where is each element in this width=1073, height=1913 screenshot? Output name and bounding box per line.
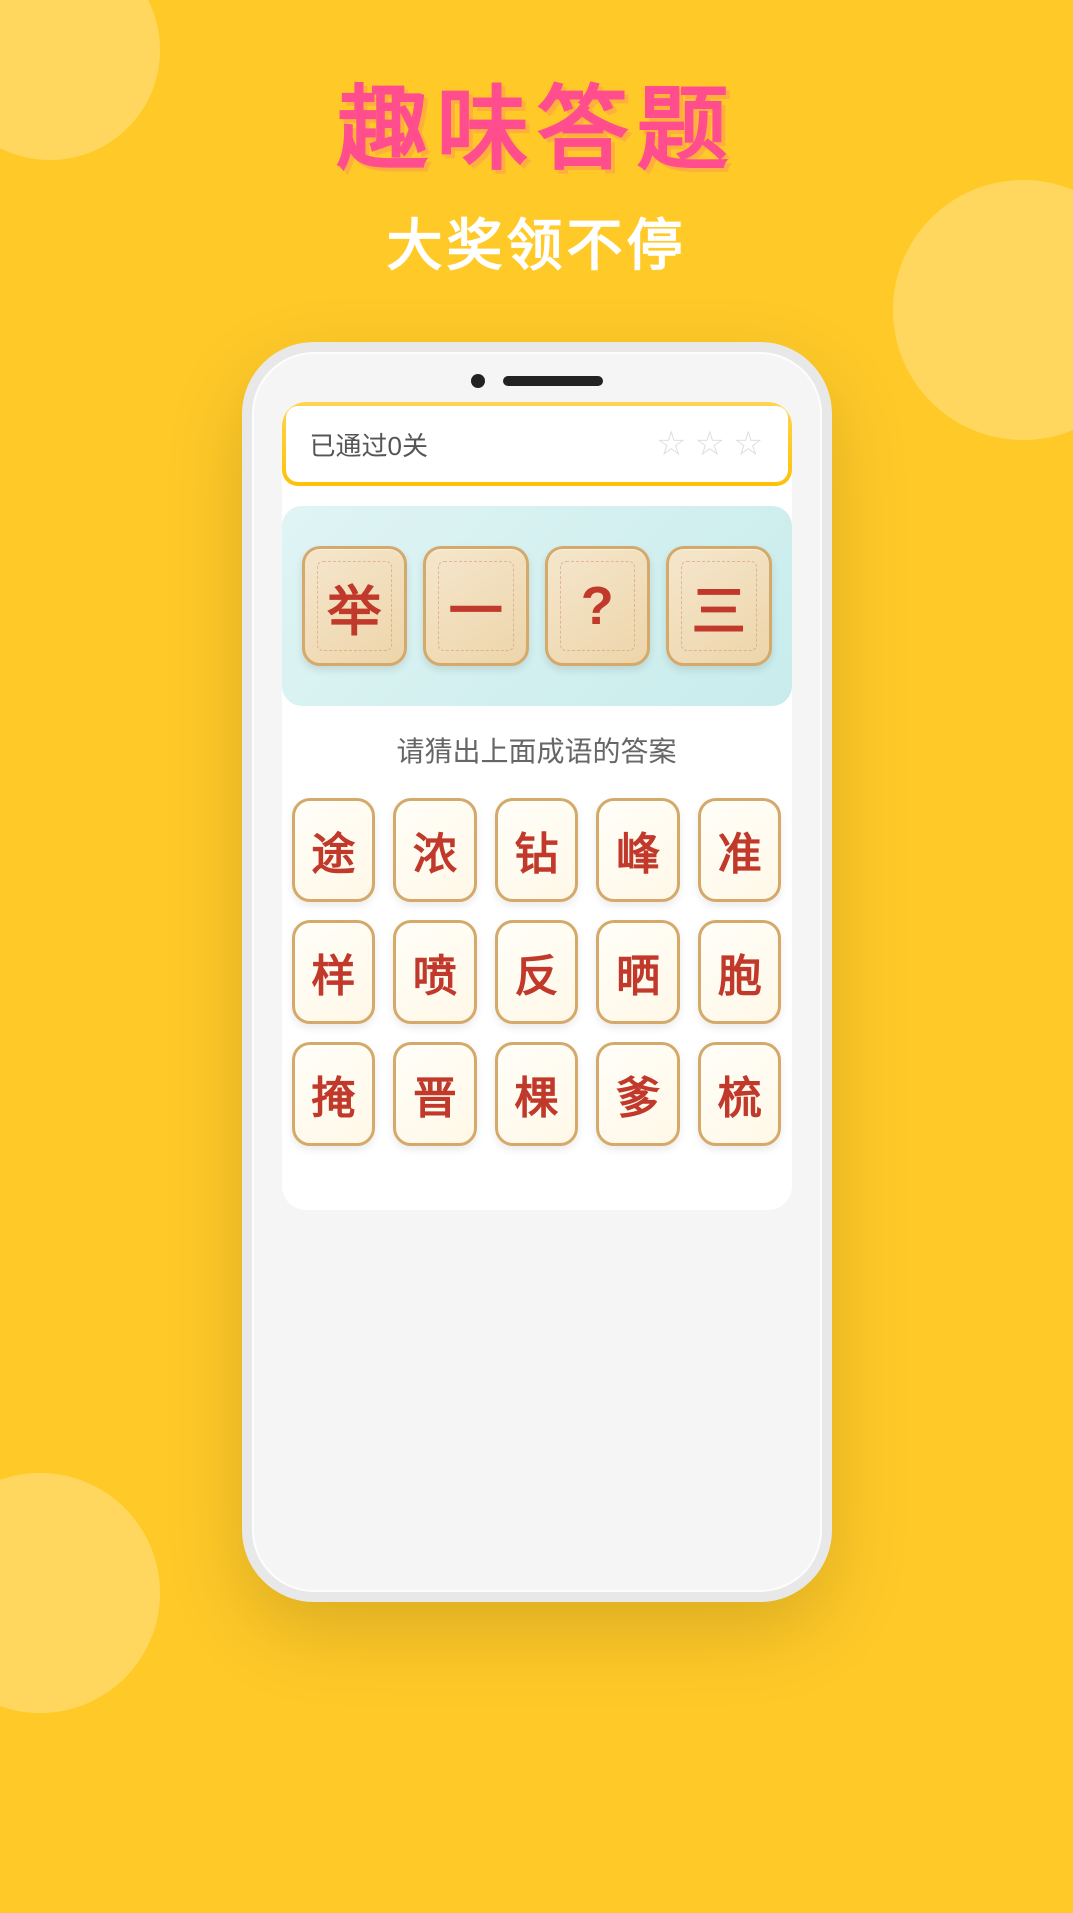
star-1: ☆ [656, 424, 686, 464]
main-title: 趣味答题 [0, 80, 1073, 181]
answer-tile-爹[interactable]: 爹 [596, 1042, 680, 1146]
answer-row-2: 样 喷 反 晒 胞 [292, 920, 782, 1024]
answer-tile-棵[interactable]: 棵 [495, 1042, 579, 1146]
phone-speaker [503, 376, 603, 386]
puzzle-tile-3: ? [545, 546, 651, 666]
puzzle-tile-4: 三 [666, 546, 772, 666]
progress-bar: 已通过0关 ☆ ☆ ☆ [286, 406, 788, 482]
answer-tile-途[interactable]: 途 [292, 798, 376, 902]
answer-row-1: 途 浓 钻 峰 准 [292, 798, 782, 902]
puzzle-area: 举 一 ? 三 [282, 506, 792, 706]
progress-bar-wrapper: 已通过0关 ☆ ☆ ☆ [282, 402, 792, 486]
star-2: ☆ [695, 424, 725, 464]
answer-tile-掩[interactable]: 掩 [292, 1042, 376, 1146]
answer-tile-钻[interactable]: 钻 [495, 798, 579, 902]
puzzle-tile-1: 举 [302, 546, 408, 666]
phone-camera-dot [471, 374, 485, 388]
progress-text: 已通过0关 [310, 426, 428, 463]
question-text: 请猜出上面成语的答案 [282, 706, 792, 782]
puzzle-tile-2: 一 [423, 546, 529, 666]
answer-tile-晋[interactable]: 晋 [393, 1042, 477, 1146]
stars-container: ☆ ☆ ☆ [656, 424, 763, 464]
answer-tile-胞[interactable]: 胞 [698, 920, 782, 1024]
answer-tile-晒[interactable]: 晒 [596, 920, 680, 1024]
answer-row-3: 掩 晋 棵 爹 梳 [292, 1042, 782, 1146]
phone-screen-content: 已通过0关 ☆ ☆ ☆ 举 一 ? 三 请猜出上面成语的答案 途 浓 [282, 402, 792, 1210]
answer-tile-样[interactable]: 样 [292, 920, 376, 1024]
phone-notch [252, 352, 822, 402]
star-3: ☆ [733, 424, 763, 464]
answer-tile-梳[interactable]: 梳 [698, 1042, 782, 1146]
phone-wrapper: 已通过0关 ☆ ☆ ☆ 举 一 ? 三 请猜出上面成语的答案 途 浓 [0, 342, 1073, 1602]
answer-tile-峰[interactable]: 峰 [596, 798, 680, 902]
answer-tile-准[interactable]: 准 [698, 798, 782, 902]
answer-tile-喷[interactable]: 喷 [393, 920, 477, 1024]
phone-device: 已通过0关 ☆ ☆ ☆ 举 一 ? 三 请猜出上面成语的答案 途 浓 [242, 342, 832, 1602]
answer-tile-反[interactable]: 反 [495, 920, 579, 1024]
answer-tile-浓[interactable]: 浓 [393, 798, 477, 902]
answer-grid: 途 浓 钻 峰 准 样 喷 反 晒 胞 掩 晋 棵 爹 [282, 782, 792, 1180]
